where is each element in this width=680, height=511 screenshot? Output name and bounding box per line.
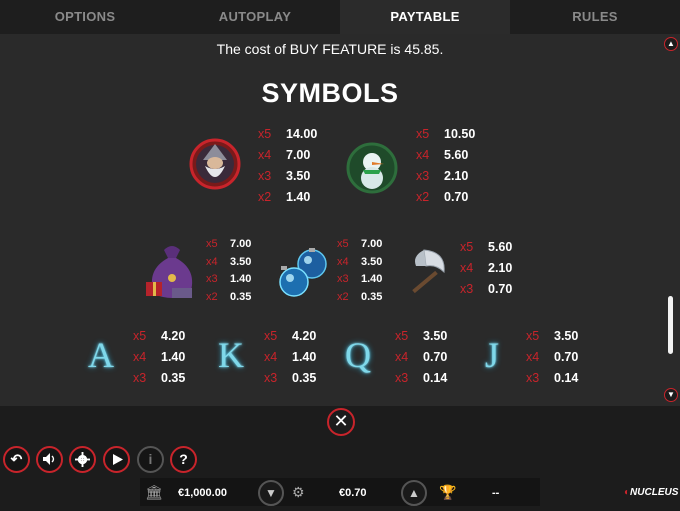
close-paytable-button[interactable]: ✕ [327, 408, 355, 436]
tab-options[interactable]: OPTIONS [0, 0, 170, 34]
snowman-paytable: x5 10.50 x4 5.60 x3 2.10 x2 0.70 [416, 127, 476, 204]
bank-icon: 🏛 [145, 484, 163, 500]
gift-sack-paytable: x5 7.00 x4 3.50 x3 1.40 x2 0.35 [206, 238, 252, 303]
bet-value: €0.70 [339, 487, 367, 499]
trophy-icon: 🏆 [439, 484, 457, 500]
letter-k-paytable: x5 4.20 x4 1.40 x3 0.35 [264, 329, 317, 385]
help-icon: ? [179, 451, 188, 467]
help-button[interactable]: ? [170, 446, 197, 473]
chevron-up-icon: ▲ [408, 486, 420, 500]
scroll-down-button[interactable]: ▼ [664, 388, 678, 402]
settings-button[interactable] [69, 446, 96, 473]
letter-q-icon: Q [345, 335, 371, 375]
ornaments-paytable: x5 7.00 x4 3.50 x3 1.40 x2 0.35 [337, 238, 383, 303]
info-button[interactable]: i [137, 446, 164, 473]
coins-icon: ⚙ [292, 484, 305, 500]
scrollbar-thumb[interactable] [668, 296, 673, 354]
symbols-heading: SYMBOLS [261, 78, 399, 108]
letter-q-paytable: x5 3.50 x4 0.70 x3 0.14 [395, 329, 448, 385]
axe-paytable: x5 5.60 x4 2.10 x3 0.70 [460, 240, 513, 296]
snowman-icon [346, 142, 398, 194]
letter-a-icon: A [88, 335, 114, 375]
letter-k-icon: K [218, 335, 244, 375]
sound-button[interactable] [36, 446, 63, 473]
letter-a-paytable: x5 4.20 x4 1.40 x3 0.35 [133, 329, 186, 385]
play-icon [112, 454, 123, 465]
paytable-panel: The cost of BUY FEATURE is 45.85. SYMBOL… [0, 34, 680, 406]
back-button[interactable]: ↶ [3, 446, 30, 473]
bet-decrease-button[interactable]: ▼ [258, 480, 284, 506]
tab-autoplay[interactable]: AUTOPLAY [170, 0, 340, 34]
axe-icon [412, 249, 445, 294]
bet-increase-button[interactable]: ▲ [401, 480, 427, 506]
tab-paytable[interactable]: PAYTABLE [340, 0, 510, 34]
tab-bar: OPTIONS AUTOPLAY PAYTABLE RULES [0, 0, 680, 34]
buy-feature-cost-text: The cost of BUY FEATURE is 45.85. [216, 41, 444, 57]
chevron-down-icon: ▼ [265, 486, 277, 500]
scroll-up-button[interactable]: ▲ [664, 37, 678, 51]
wizard-icon [189, 138, 241, 190]
wizard-paytable: x5 14.00 x4 7.00 x3 3.50 x2 1.40 [258, 127, 318, 204]
letter-j-paytable: x5 3.50 x4 0.70 x3 0.14 [526, 329, 579, 385]
win-value: -- [492, 487, 500, 499]
letter-j-icon: J [485, 335, 500, 375]
balance-value: €1,000.00 [178, 487, 227, 499]
sound-icon [43, 453, 55, 465]
gear-icon [75, 452, 90, 467]
play-button[interactable] [103, 446, 130, 473]
gift-sack-icon [146, 246, 193, 298]
tab-rules[interactable]: RULES [510, 0, 680, 34]
back-arrow-icon: ↶ [10, 451, 23, 467]
info-icon: i [148, 451, 153, 467]
ornaments-icon [279, 248, 327, 297]
nucleus-logo: ◐NUCLEUS [624, 487, 679, 498]
